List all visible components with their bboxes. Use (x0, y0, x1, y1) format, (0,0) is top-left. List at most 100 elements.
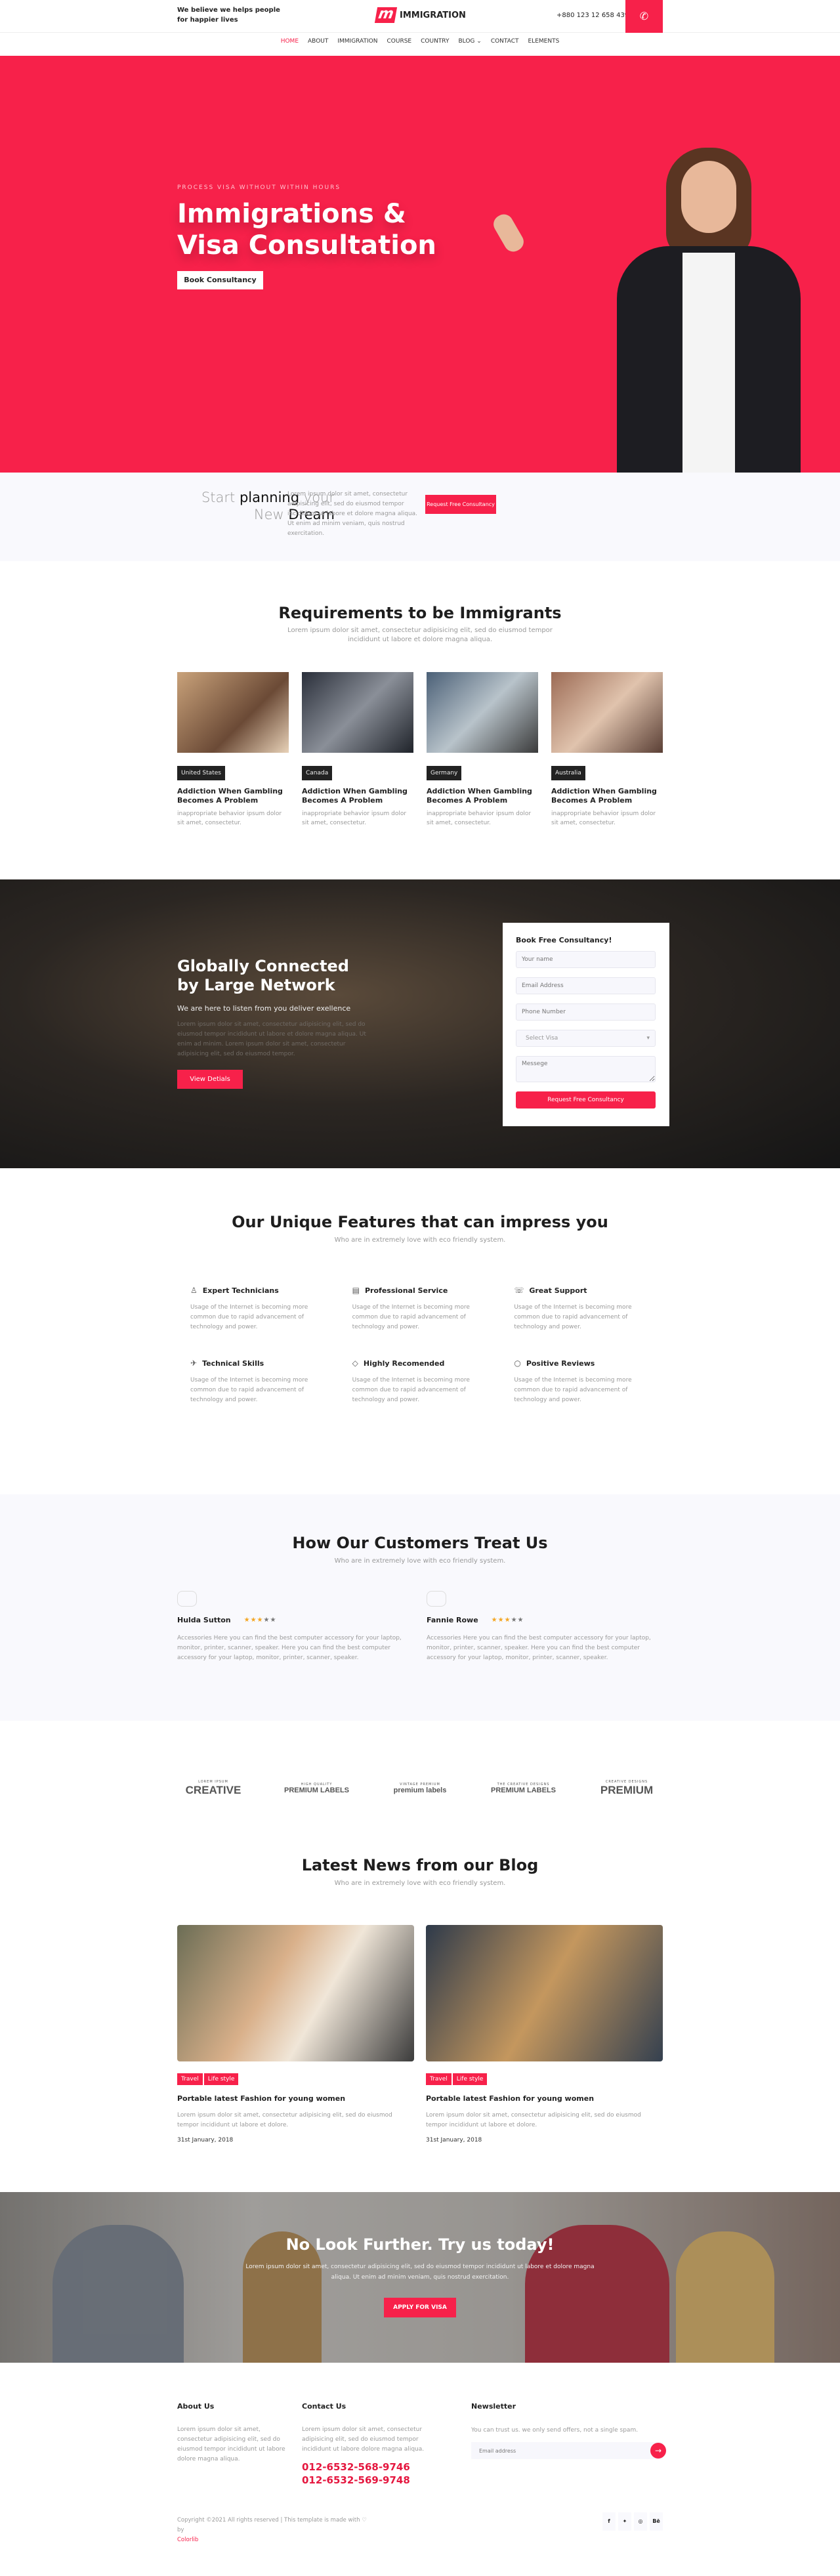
star-icon: ★ (511, 1616, 518, 1624)
title-line: Globally Connected (177, 957, 349, 975)
nav-item[interactable]: ABOUT (308, 38, 328, 45)
call-button[interactable]: ✆ (625, 0, 663, 33)
network-text: Lorem ipsum dolor sit amet, consectetur … (177, 1021, 366, 1057)
requirement-image (302, 672, 413, 753)
section-subtitle: Who are in extremely love with eco frien… (334, 1557, 506, 1565)
card-title[interactable]: Addiction When Gambling Becomes A Proble… (427, 787, 538, 805)
section-subtitle: Who are in extremely love with eco frien… (334, 1880, 506, 1887)
feature-item: ○ Positive Reviews Usage of the Internet i… (501, 1359, 652, 1405)
hero-title-line: Visa Consultation (177, 230, 436, 261)
nav-item[interactable]: COURSE (387, 38, 412, 45)
testimonial-avatar (177, 1591, 197, 1607)
feature-text: Usage of the Internet is becoming more c… (352, 1377, 470, 1403)
submit-consultancy-button[interactable]: Request Free Consultancy (516, 1091, 656, 1109)
feature-title: Positive Reviews (526, 1359, 595, 1368)
feature-text: Usage of the Internet is becoming more c… (190, 1304, 308, 1330)
nav-item[interactable]: HOME (281, 38, 299, 45)
testimonial-text: Accessories Here you can find the best c… (427, 1635, 651, 1661)
brand-name: IMMIGRATION (400, 10, 466, 20)
star-rating: ★★★★★ (492, 1616, 524, 1624)
main-nav: HOME ABOUT IMMIGRATION COURSE COUNTRY BLOG ⌄ C… (0, 38, 840, 45)
reviewer-name: Fannie Rowe (427, 1616, 478, 1624)
nav-item[interactable]: COUNTRY (421, 38, 449, 45)
country-tag[interactable]: Canada (302, 766, 333, 780)
request-consultancy-button[interactable]: Request Free Consultancy (425, 495, 496, 514)
requirement-card[interactable]: Australia Addiction When Gambling Becomes… (551, 672, 663, 828)
blog-title[interactable]: Portable latest Fashion for young women (177, 2094, 414, 2103)
logo[interactable]: m IMMIGRATION (374, 6, 466, 23)
blog-post[interactable]: Travel Life style Portable latest Fashion … (426, 1925, 663, 2143)
planning-band: Start planning your New Dream Lorem ipsu… (0, 473, 840, 561)
behance-icon[interactable]: Bē (650, 2512, 663, 2531)
feature-item: ♙ Expert Technicians Usage of the Internet… (177, 1286, 328, 1332)
requirements-section: Requirements to be Immigrants Lorem ipsu… (177, 604, 663, 828)
blog-tag[interactable]: Travel (426, 2073, 452, 2085)
cta-text: Lorem ipsum dolor sit amet, consectetur … (245, 2264, 595, 2281)
contact-text: Lorem ipsum dolor sit amet, consectetur … (302, 2426, 425, 2453)
blog-image[interactable] (426, 1925, 663, 2061)
testimonial: Fannie Rowe ★★★★★ Accessories Here you can… (427, 1591, 663, 1663)
subscribe-button[interactable]: → (650, 2443, 666, 2459)
twitter-icon[interactable]: ✦ (618, 2512, 631, 2531)
card-text: inappropriate behavior ipsum dolor sit a… (302, 811, 407, 826)
contact-phone[interactable]: 012-6532-568-9746 (302, 2461, 443, 2473)
phone-input[interactable] (516, 1003, 656, 1021)
word: New (253, 507, 284, 522)
brand-logo: VINTAGE PREMIUM premium labels (384, 1783, 456, 1794)
newsletter-text: You can trust us. we only send offers, n… (471, 2427, 639, 2434)
star-icon: ★ (497, 1616, 505, 1624)
message-textarea[interactable] (516, 1056, 656, 1082)
brand-logo: HIGH QUALITY PREMIUM LABELS (281, 1783, 353, 1794)
book-consultancy-button[interactable]: Book Consultancy (177, 271, 263, 289)
nav-item[interactable]: ELEMENTS (528, 38, 560, 45)
name-input[interactable] (516, 951, 656, 968)
newsletter-email-input[interactable] (471, 2442, 629, 2459)
nav-item[interactable]: IMMIGRATION (337, 38, 377, 45)
card-title[interactable]: Addiction When Gambling Becomes A Proble… (551, 787, 663, 805)
requirement-card[interactable]: Canada Addiction When Gambling Becomes A … (302, 672, 413, 828)
facebook-icon[interactable]: f (602, 2512, 616, 2531)
blog-tag[interactable]: Life style (452, 2073, 488, 2085)
contact-phone[interactable]: 012-6532-569-9748 (302, 2474, 443, 2486)
card-title[interactable]: Addiction When Gambling Becomes A Proble… (177, 787, 289, 805)
requirement-card[interactable]: Germany Addiction When Gambling Becomes A… (427, 672, 538, 828)
requirement-image (177, 672, 289, 753)
consultancy-form: Book Free Consultancy! Select Visa ▾ Requ… (503, 923, 669, 1126)
brand-logo: THE CREATIVE DESIGNS PREMIUM LABELS (488, 1783, 560, 1794)
blog-title[interactable]: Portable latest Fashion for young women (426, 2094, 663, 2103)
card-text: inappropriate behavior ipsum dolor sit a… (551, 811, 656, 826)
feature-item: ◇ Highly Recomended Usage of the Internet … (339, 1359, 490, 1405)
country-tag[interactable]: Germany (427, 766, 462, 780)
card-title[interactable]: Addiction When Gambling Becomes A Proble… (302, 787, 413, 805)
hero-title: Immigrations & Visa Consultation (177, 198, 436, 261)
nav-item[interactable]: BLOG ⌄ (458, 38, 481, 45)
feature-item: ▤ Professional Service Usage of the Intern… (339, 1286, 490, 1332)
star-icon: ★ (257, 1616, 264, 1624)
hero-kicker: PROCESS VISA WITHOUT WITHIN HOURS (177, 184, 341, 191)
blog-tag[interactable]: Travel (177, 2073, 203, 2085)
feature-title: Expert Technicians (202, 1286, 279, 1295)
view-details-button[interactable]: View Detials (177, 1070, 243, 1089)
requirement-card[interactable]: United States Addiction When Gambling Bec… (177, 672, 289, 828)
nav-item[interactable]: CONTACT (491, 38, 519, 45)
footer-heading: About Us (177, 2402, 215, 2411)
country-tag[interactable]: Australia (551, 766, 585, 780)
dribbble-icon[interactable]: ◎ (634, 2512, 647, 2531)
blog-post[interactable]: Travel Life style Portable latest Fashion … (177, 1925, 414, 2143)
country-tag[interactable]: United States (177, 766, 225, 780)
blog-date: 31st January, 2018 (426, 2137, 482, 2143)
apply-visa-button[interactable]: APPLY FOR VISA (384, 2298, 456, 2317)
logo-mark-icon: m (374, 6, 398, 23)
brand-main: PREMIUM LABELS (284, 1786, 349, 1794)
phone-icon: ✆ (639, 10, 649, 22)
blog-image[interactable] (177, 1925, 414, 2061)
email-input[interactable] (516, 977, 656, 994)
star-icon: ★ (517, 1616, 524, 1624)
header-phone[interactable]: +880 123 12 658 439 (556, 12, 629, 19)
features-section: Our Unique Features that can impress you… (177, 1213, 663, 1405)
visa-select[interactable]: Select Visa ▾ (516, 1030, 656, 1047)
credit-link[interactable]: Colorlib (177, 2537, 198, 2543)
blog-tag[interactable]: Life style (203, 2073, 239, 2085)
network-section: Globally Connected by Large Network We ar… (0, 879, 840, 1168)
footer-heading: Contact Us (302, 2402, 346, 2411)
